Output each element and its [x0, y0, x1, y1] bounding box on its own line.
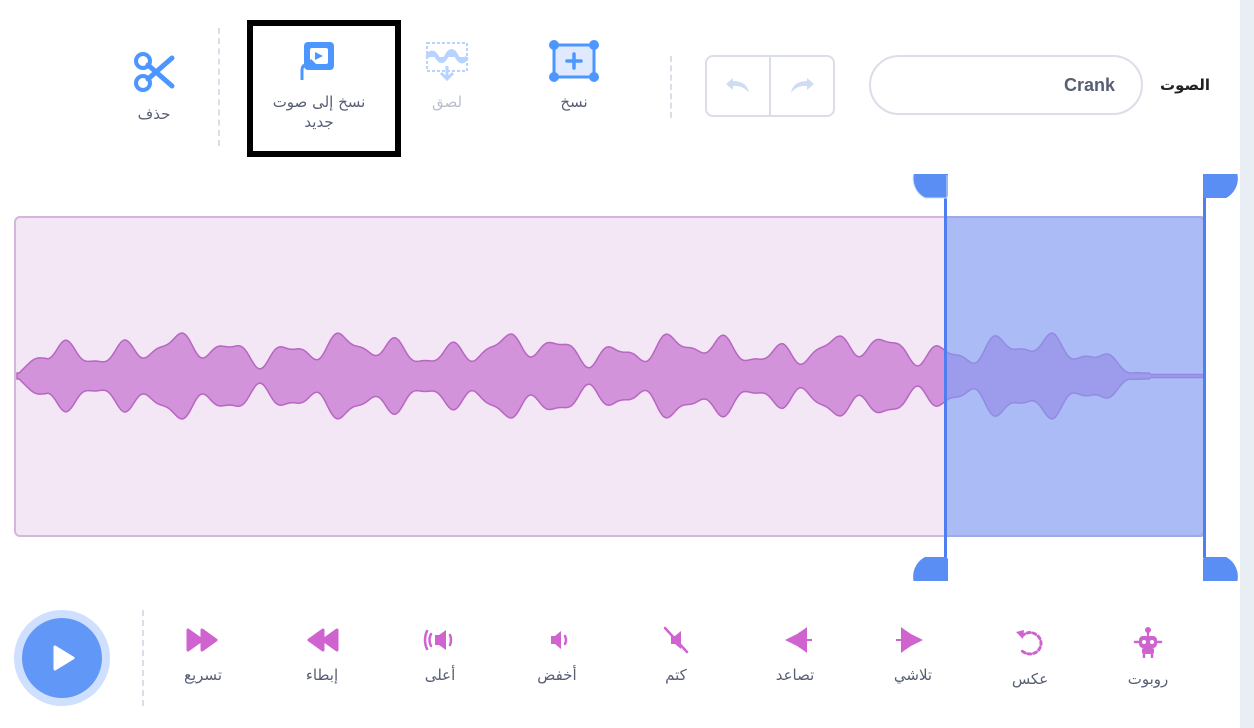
fade-out-icon	[896, 627, 929, 653]
selection-end-line	[1203, 196, 1206, 558]
fade-in-icon	[779, 627, 812, 653]
effect-label: أخفض	[537, 666, 577, 684]
selection-end-bottom-handle[interactable]	[1203, 535, 1249, 581]
effect-slower[interactable]: إبطاء	[272, 626, 372, 684]
faster-icon	[186, 628, 218, 652]
effect-louder[interactable]: أعلى	[390, 626, 490, 684]
effect-faster[interactable]: تسريع	[153, 626, 253, 684]
selection-start-bottom-handle[interactable]	[902, 535, 948, 581]
effect-reverse[interactable]: عكس	[980, 626, 1080, 688]
selection-region[interactable]	[946, 216, 1205, 537]
effect-fade-in[interactable]: تصاعد	[745, 626, 845, 684]
effect-softer[interactable]: أخفض	[507, 626, 607, 684]
effect-label: روبوت	[1127, 670, 1169, 688]
play-button-inner	[22, 618, 102, 698]
louder-icon	[423, 629, 453, 651]
selection-start-line	[944, 196, 947, 558]
selection-end-top-handle[interactable]	[1203, 174, 1249, 220]
effect-label: أعلى	[424, 666, 456, 684]
effect-mute[interactable]: كتم	[626, 626, 726, 684]
softer-icon	[551, 631, 568, 649]
effect-label: تلاشي	[893, 666, 933, 684]
effect-robot[interactable]: روبوت	[1098, 626, 1198, 688]
effect-label: عكس	[1011, 670, 1049, 688]
robot-icon	[1133, 627, 1163, 659]
effect-label: كتم	[665, 666, 687, 684]
selection-start-top-handle[interactable]	[902, 174, 948, 220]
effect-label: إبطاء	[305, 666, 339, 684]
play-icon	[53, 645, 75, 671]
mute-icon	[663, 626, 689, 654]
effect-label: تسريع	[184, 666, 222, 684]
play-button[interactable]	[14, 610, 110, 706]
slower-icon	[307, 628, 339, 652]
effect-label: تصاعد	[775, 666, 815, 684]
reverse-icon	[1016, 630, 1043, 656]
effects-divider	[142, 610, 144, 706]
effect-fade-out[interactable]: تلاشي	[863, 626, 963, 684]
